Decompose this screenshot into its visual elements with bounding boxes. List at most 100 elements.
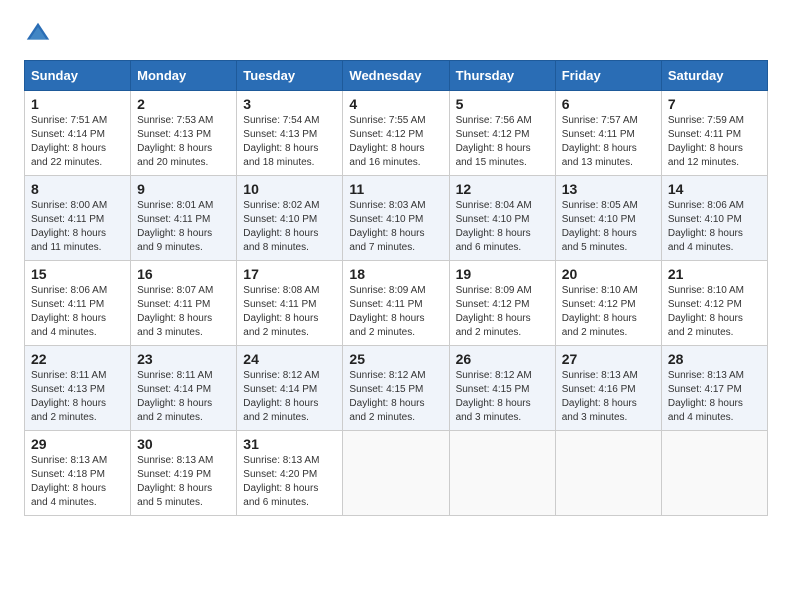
calendar-cell: 13 Sunrise: 8:05 AMSunset: 4:10 PMDayligh… [555, 176, 661, 261]
cell-info: Sunrise: 8:10 AMSunset: 4:12 PMDaylight:… [562, 284, 655, 340]
day-number: 4 [349, 96, 442, 112]
cell-info: Sunrise: 8:13 AMSunset: 4:16 PMDaylight:… [562, 369, 655, 425]
calendar-cell: 1 Sunrise: 7:51 AMSunset: 4:14 PMDaylight… [25, 91, 131, 176]
calendar-cell: 30Sunrise: 8:13 AMSunset: 4:19 PMDayligh… [131, 431, 237, 516]
calendar-week-row: 29 Sunrise: 8:13 AMSunset: 4:18 PMDayligh… [25, 431, 768, 516]
day-number: 30 [137, 436, 230, 452]
cell-info: Sunrise: 8:13 AMSunset: 4:17 PMDaylight:… [668, 369, 761, 425]
day-number: 13 [562, 181, 655, 197]
day-number: 5 [456, 96, 549, 112]
calendar-cell: 11 Sunrise: 8:03 AMSunset: 4:10 PMDayligh… [343, 176, 449, 261]
day-number: 15 [31, 266, 124, 282]
day-number: 23 [137, 351, 230, 367]
calendar-cell: 17 Sunrise: 8:08 AMSunset: 4:11 PMDayligh… [237, 261, 343, 346]
calendar-cell: 15 Sunrise: 8:06 AMSunset: 4:11 PMDayligh… [25, 261, 131, 346]
cell-info: Sunrise: 8:12 AMSunset: 4:15 PMDaylight:… [349, 369, 442, 425]
calendar-cell: 5Sunrise: 7:56 AMSunset: 4:12 PMDaylight… [449, 91, 555, 176]
day-number: 26 [456, 351, 549, 367]
header-day-sunday: Sunday [25, 61, 131, 91]
cell-info: Sunrise: 8:06 AMSunset: 4:10 PMDaylight:… [668, 199, 761, 255]
day-number: 7 [668, 96, 761, 112]
calendar-cell: 19 Sunrise: 8:09 AMSunset: 4:12 PMDayligh… [449, 261, 555, 346]
calendar-cell: 26 Sunrise: 8:12 AMSunset: 4:15 PMDayligh… [449, 346, 555, 431]
cell-info: Sunrise: 7:51 AMSunset: 4:14 PMDaylight:… [31, 114, 124, 170]
calendar-header-row: SundayMondayTuesdayWednesdayThursdayFrid… [25, 61, 768, 91]
calendar-cell: 7 Sunrise: 7:59 AMSunset: 4:11 PMDaylight… [661, 91, 767, 176]
day-number: 18 [349, 266, 442, 282]
header-day-thursday: Thursday [449, 61, 555, 91]
cell-info: Sunrise: 8:02 AMSunset: 4:10 PMDaylight:… [243, 199, 336, 255]
day-number: 6 [562, 96, 655, 112]
day-number: 21 [668, 266, 761, 282]
calendar-cell: 9Sunrise: 8:01 AMSunset: 4:11 PMDaylight… [131, 176, 237, 261]
logo [24, 20, 56, 48]
day-number: 3 [243, 96, 336, 112]
calendar-cell: 4 Sunrise: 7:55 AMSunset: 4:12 PMDaylight… [343, 91, 449, 176]
calendar-cell: 24 Sunrise: 8:12 AMSunset: 4:14 PMDayligh… [237, 346, 343, 431]
day-number: 17 [243, 266, 336, 282]
calendar-cell: 8Sunrise: 8:00 AMSunset: 4:11 PMDaylight… [25, 176, 131, 261]
logo-icon [24, 20, 52, 48]
calendar-cell: 16Sunrise: 8:07 AMSunset: 4:11 PMDayligh… [131, 261, 237, 346]
calendar-cell: 23 Sunrise: 8:11 AMSunset: 4:14 PMDayligh… [131, 346, 237, 431]
header-day-friday: Friday [555, 61, 661, 91]
cell-info: Sunrise: 8:11 AMSunset: 4:14 PMDaylight:… [137, 369, 230, 425]
calendar-cell [343, 431, 449, 516]
calendar-table: SundayMondayTuesdayWednesdayThursdayFrid… [24, 60, 768, 516]
calendar-week-row: 15 Sunrise: 8:06 AMSunset: 4:11 PMDayligh… [25, 261, 768, 346]
day-number: 29 [31, 436, 124, 452]
day-number: 20 [562, 266, 655, 282]
calendar-cell: 28Sunrise: 8:13 AMSunset: 4:17 PMDayligh… [661, 346, 767, 431]
calendar-cell: 22 Sunrise: 8:11 AMSunset: 4:13 PMDayligh… [25, 346, 131, 431]
day-number: 27 [562, 351, 655, 367]
day-number: 11 [349, 181, 442, 197]
header-day-tuesday: Tuesday [237, 61, 343, 91]
calendar-cell: 14 Sunrise: 8:06 AMSunset: 4:10 PMDayligh… [661, 176, 767, 261]
calendar-cell: 31Sunrise: 8:13 AMSunset: 4:20 PMDayligh… [237, 431, 343, 516]
calendar-cell: 2 Sunrise: 7:53 AMSunset: 4:13 PMDaylight… [131, 91, 237, 176]
cell-info: Sunrise: 8:10 AMSunset: 4:12 PMDaylight:… [668, 284, 761, 340]
header-day-monday: Monday [131, 61, 237, 91]
day-number: 8 [31, 181, 124, 197]
day-number: 24 [243, 351, 336, 367]
cell-info: Sunrise: 8:05 AMSunset: 4:10 PMDaylight:… [562, 199, 655, 255]
calendar-cell [661, 431, 767, 516]
calendar-week-row: 22 Sunrise: 8:11 AMSunset: 4:13 PMDayligh… [25, 346, 768, 431]
calendar-cell: 12 Sunrise: 8:04 AMSunset: 4:10 PMDayligh… [449, 176, 555, 261]
calendar-cell: 6Sunrise: 7:57 AMSunset: 4:11 PMDaylight… [555, 91, 661, 176]
cell-info: Sunrise: 8:07 AMSunset: 4:11 PMDaylight:… [137, 284, 230, 340]
cell-info: Sunrise: 8:09 AMSunset: 4:11 PMDaylight:… [349, 284, 442, 340]
page-header [24, 20, 768, 48]
calendar-cell: 10Sunrise: 8:02 AMSunset: 4:10 PMDayligh… [237, 176, 343, 261]
calendar-cell [449, 431, 555, 516]
calendar-cell: 25Sunrise: 8:12 AMSunset: 4:15 PMDayligh… [343, 346, 449, 431]
cell-info: Sunrise: 8:12 AMSunset: 4:14 PMDaylight:… [243, 369, 336, 425]
day-number: 22 [31, 351, 124, 367]
cell-info: Sunrise: 8:03 AMSunset: 4:10 PMDaylight:… [349, 199, 442, 255]
calendar-cell: 27 Sunrise: 8:13 AMSunset: 4:16 PMDayligh… [555, 346, 661, 431]
cell-info: Sunrise: 8:11 AMSunset: 4:13 PMDaylight:… [31, 369, 124, 425]
day-number: 2 [137, 96, 230, 112]
cell-info: Sunrise: 7:53 AMSunset: 4:13 PMDaylight:… [137, 114, 230, 170]
day-number: 14 [668, 181, 761, 197]
day-number: 12 [456, 181, 549, 197]
header-day-saturday: Saturday [661, 61, 767, 91]
day-number: 1 [31, 96, 124, 112]
calendar-cell: 18 Sunrise: 8:09 AMSunset: 4:11 PMDayligh… [343, 261, 449, 346]
cell-info: Sunrise: 7:59 AMSunset: 4:11 PMDaylight:… [668, 114, 761, 170]
day-number: 19 [456, 266, 549, 282]
cell-info: Sunrise: 8:12 AMSunset: 4:15 PMDaylight:… [456, 369, 549, 425]
cell-info: Sunrise: 8:04 AMSunset: 4:10 PMDaylight:… [456, 199, 549, 255]
calendar-cell: 29 Sunrise: 8:13 AMSunset: 4:18 PMDayligh… [25, 431, 131, 516]
calendar-cell: 3 Sunrise: 7:54 AMSunset: 4:13 PMDaylight… [237, 91, 343, 176]
header-day-wednesday: Wednesday [343, 61, 449, 91]
cell-info: Sunrise: 7:54 AMSunset: 4:13 PMDaylight:… [243, 114, 336, 170]
cell-info: Sunrise: 7:55 AMSunset: 4:12 PMDaylight:… [349, 114, 442, 170]
calendar-week-row: 8Sunrise: 8:00 AMSunset: 4:11 PMDaylight… [25, 176, 768, 261]
cell-info: Sunrise: 8:01 AMSunset: 4:11 PMDaylight:… [137, 199, 230, 255]
calendar-cell: 21 Sunrise: 8:10 AMSunset: 4:12 PMDayligh… [661, 261, 767, 346]
cell-info: Sunrise: 8:13 AMSunset: 4:18 PMDaylight:… [31, 454, 124, 510]
cell-info: Sunrise: 8:09 AMSunset: 4:12 PMDaylight:… [456, 284, 549, 340]
cell-info: Sunrise: 8:08 AMSunset: 4:11 PMDaylight:… [243, 284, 336, 340]
cell-info: Sunrise: 8:06 AMSunset: 4:11 PMDaylight:… [31, 284, 124, 340]
